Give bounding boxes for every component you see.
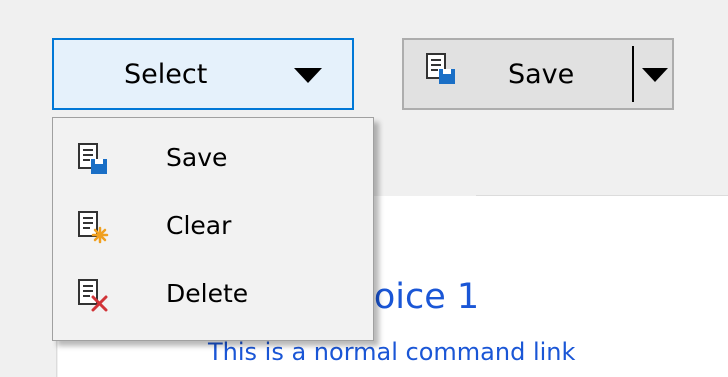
commandlink-note[interactable]: This is a normal command link <box>208 337 575 367</box>
menu-item-label: Delete <box>166 279 249 308</box>
menu-item-save[interactable]: Save <box>54 126 372 194</box>
save-dropdown-arrow-icon[interactable] <box>642 68 668 82</box>
select-dropdown-button[interactable]: Select <box>52 38 354 110</box>
groupbox-border-top <box>476 195 728 196</box>
menu-item-label: Save <box>166 143 228 172</box>
select-dropdown-menu: Save Clear Delete <box>52 117 374 341</box>
menu-item-clear[interactable]: Clear <box>54 194 372 262</box>
save-document-icon <box>424 52 458 86</box>
dropdown-arrow-icon <box>294 68 322 83</box>
save-split-button[interactable]: Save <box>402 38 674 110</box>
menu-item-label: Clear <box>166 211 232 240</box>
select-button-label: Select <box>124 59 208 90</box>
split-divider <box>632 46 634 102</box>
save-button-label: Save <box>508 59 575 90</box>
clear-document-icon <box>76 210 110 244</box>
delete-document-icon <box>76 278 110 312</box>
menu-item-delete[interactable]: Delete <box>54 262 372 330</box>
save-document-icon <box>76 142 110 176</box>
